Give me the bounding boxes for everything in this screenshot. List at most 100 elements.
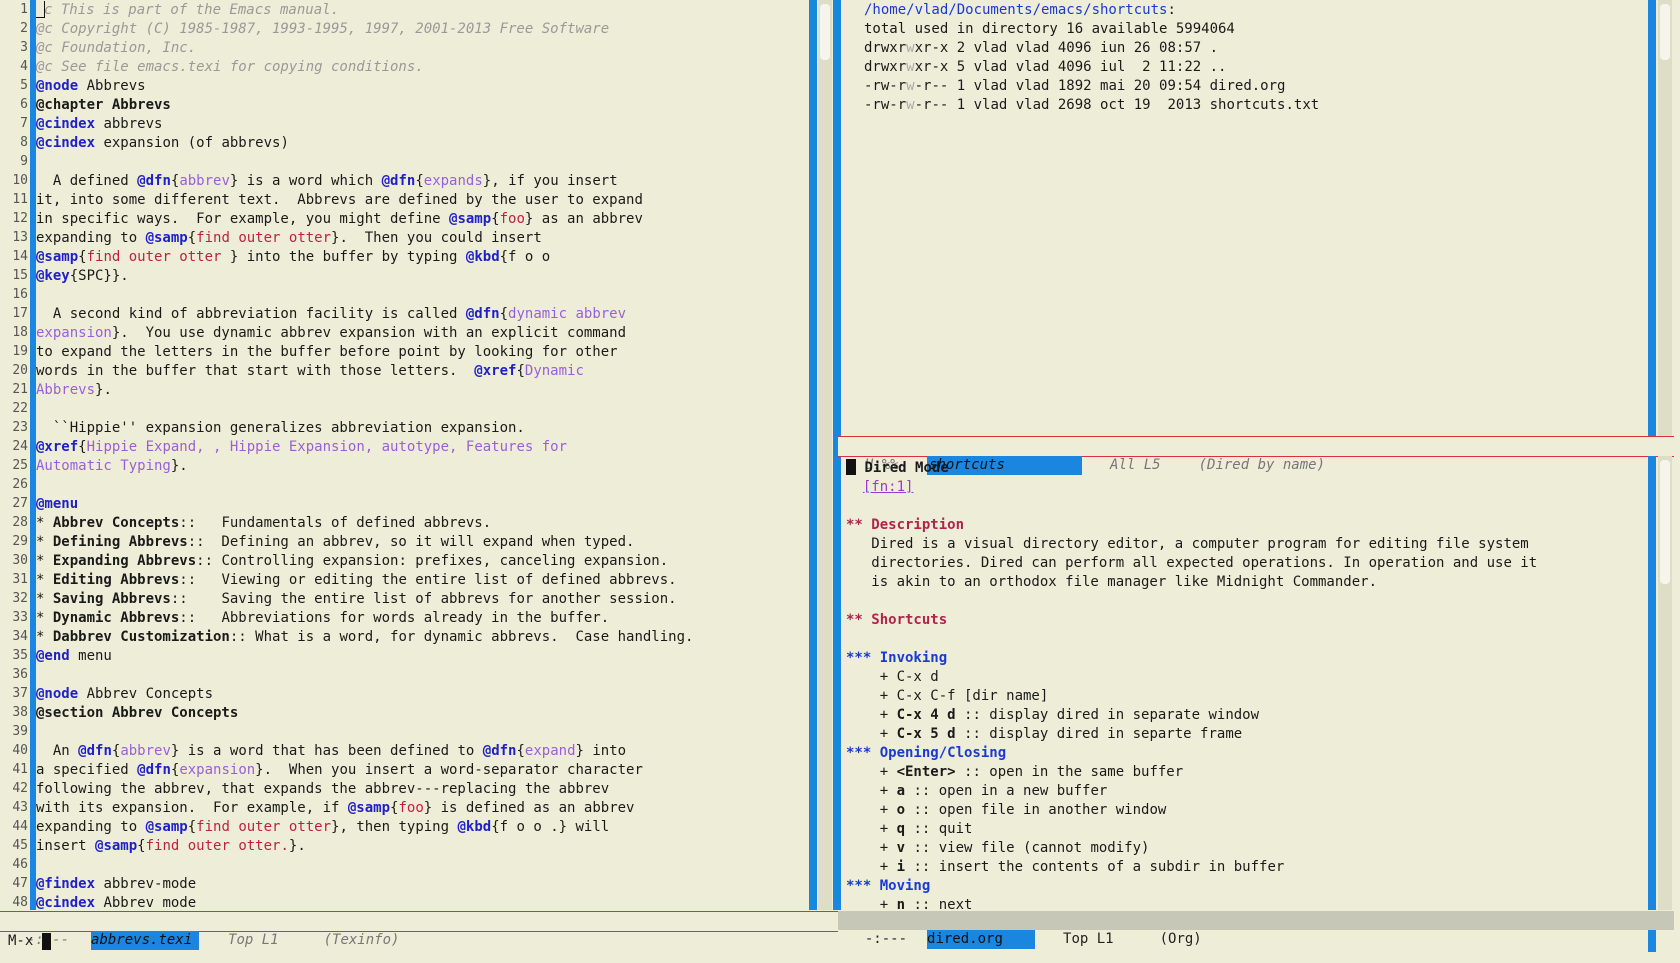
code-line: expansion}. You use dynamic abbrev expan… bbox=[36, 325, 627, 341]
line-number: 39 bbox=[12, 724, 28, 739]
org-scrollbar[interactable] bbox=[1658, 456, 1672, 910]
code-line: @samp{find outer otter } into the buffer… bbox=[36, 249, 551, 265]
dired-file-entry[interactable]: drwxrwxr-x 2 vlad vlad 4096 iun 26 08:57… bbox=[864, 39, 1634, 58]
line-number: 2 bbox=[20, 21, 28, 36]
line-number: 33 bbox=[12, 610, 28, 625]
org-mode-line[interactable]: -:--- dired.org Top L1 (Org) bbox=[838, 911, 1674, 949]
dired-scrollbar-thumb[interactable] bbox=[1660, 4, 1670, 60]
org-line: ** Description bbox=[846, 517, 965, 533]
minibuffer-right-fringe bbox=[1648, 930, 1656, 952]
org-right-fringe bbox=[1648, 456, 1656, 910]
line-number: 5 bbox=[20, 78, 28, 93]
code-line: it, into some different text. Abbrevs ar… bbox=[36, 192, 643, 208]
org-line: [fn:1] bbox=[862, 479, 914, 495]
code-line: expanding to @samp{find outer otter}. Th… bbox=[36, 230, 542, 246]
code-line: @cindex expansion (of abbrevs) bbox=[36, 135, 289, 151]
org-line: + a :: open in a new buffer bbox=[846, 783, 1108, 799]
line-number: 42 bbox=[12, 781, 28, 796]
dired-file-entry[interactable]: -rw-rw-r-- 1 vlad vlad 2698 oct 19 2013 … bbox=[864, 96, 1634, 115]
line-number: 29 bbox=[12, 534, 28, 549]
org-line: *** Invoking bbox=[846, 650, 948, 666]
line-number: 26 bbox=[12, 477, 28, 492]
org-line: + q :: quit bbox=[846, 821, 973, 837]
line-number: 27 bbox=[12, 496, 28, 511]
code-line: expanding to @samp{find outer otter}, th… bbox=[36, 819, 610, 835]
code-line: to expand the letters in the buffer befo… bbox=[36, 344, 618, 360]
line-number: 18 bbox=[12, 325, 28, 340]
org-line bbox=[846, 497, 1626, 516]
minibuffer-prompt: M-x bbox=[8, 933, 42, 949]
line-number: 1 bbox=[20, 2, 28, 17]
left-scrollbar[interactable] bbox=[818, 0, 832, 910]
dired-buffer[interactable]: /home/vlad/Documents/emacs/shortcuts: tot… bbox=[864, 1, 1634, 115]
line-number: 10 bbox=[12, 173, 28, 188]
window-divider-left[interactable] bbox=[809, 0, 817, 910]
org-line: is akin to an orthodox file manager like… bbox=[846, 574, 1378, 590]
line-number: 44 bbox=[12, 819, 28, 834]
code-line: @xref{Hippie Expand, , Hippie Expansion,… bbox=[36, 439, 568, 455]
org-line: + C-x d bbox=[846, 669, 939, 685]
dired-mode-line[interactable]: U:%%- shortcuts All L5 (Dired by name) bbox=[838, 436, 1674, 475]
code-line: @key{SPC}}. bbox=[36, 268, 129, 284]
minibuffer[interactable]: M-x bbox=[0, 932, 1680, 951]
line-number: 14 bbox=[12, 249, 28, 264]
dired-file-entry[interactable]: drwxrwxr-x 5 vlad vlad 4096 iul 2 11:22 … bbox=[864, 58, 1634, 77]
code-line: @findex abbrev-mode bbox=[36, 876, 197, 892]
line-number: 43 bbox=[12, 800, 28, 815]
line-number: 6 bbox=[20, 97, 28, 112]
line-number: 21 bbox=[12, 382, 28, 397]
code-line: * Dabbrev Customization:: What is a word… bbox=[36, 629, 694, 645]
org-line: Dired Mode bbox=[846, 459, 1626, 478]
org-line: + o :: open file in another window bbox=[846, 802, 1167, 818]
line-number: 31 bbox=[12, 572, 28, 587]
code-line: A second kind of abbreviation facility i… bbox=[36, 306, 627, 322]
org-line bbox=[846, 630, 1626, 649]
code-line: @menu bbox=[36, 496, 79, 512]
org-line: + i :: insert the contents of a subdir i… bbox=[846, 859, 1285, 875]
line-number: 19 bbox=[12, 344, 28, 359]
line-number: 11 bbox=[12, 192, 28, 207]
line-number: 15 bbox=[12, 268, 28, 283]
line-number: 28 bbox=[12, 515, 28, 530]
line-number: 38 bbox=[12, 705, 28, 720]
dired-scrollbar[interactable] bbox=[1658, 0, 1672, 436]
dired-total: total used in directory 16 available 599… bbox=[864, 21, 1235, 37]
code-line: * Saving Abbrevs:: Saving the entire lis… bbox=[36, 591, 677, 607]
line-number: 17 bbox=[12, 306, 28, 321]
code-line: Abbrevs}. bbox=[36, 382, 112, 398]
code-line: An @dfn{abbrev} is a word that has been … bbox=[36, 743, 627, 759]
line-numbers: 1 2 3 4 5 6 7 8 9 10 11 12 13 14 15 16 17 18 19 20 21 22 23 24 2… bbox=[0, 0, 28, 912]
code-line: A defined @dfn{abbrev} is a word which @… bbox=[36, 173, 618, 189]
org-buffer[interactable]: Dired Mode [fn:1] ** Description Dired is… bbox=[846, 459, 1626, 915]
code-line: @cindex abbrevs bbox=[36, 116, 163, 132]
org-scrollbar-thumb[interactable] bbox=[1660, 460, 1670, 584]
line-number: 23 bbox=[12, 420, 28, 435]
dired-file-entry[interactable]: -rw-rw-r-- 1 vlad vlad 1892 mai 20 09:54… bbox=[864, 77, 1634, 96]
code-line: Automatic Typing}. bbox=[36, 458, 188, 474]
line-number: 8 bbox=[20, 135, 28, 150]
line-number: 47 bbox=[12, 876, 28, 891]
org-line: + C-x 4 d :: display dired in separate w… bbox=[846, 707, 1260, 723]
code-line: a specified @dfn{expansion}. When you in… bbox=[36, 762, 643, 778]
line-number: 30 bbox=[12, 553, 28, 568]
code-line: * Dynamic Abbrevs:: Abbreviations for wo… bbox=[36, 610, 610, 626]
line-number: 3 bbox=[20, 40, 28, 55]
code-line: @section Abbrev Concepts bbox=[36, 705, 239, 721]
left-mode-line[interactable]: -:---abbrevs.texiTop L1(Texinfo) bbox=[0, 911, 838, 950]
code-line: @c Copyright (C) 1985-1987, 1993-1995, 1… bbox=[36, 21, 610, 37]
org-line: + C-x C-f [dir name] bbox=[846, 688, 1049, 704]
code-line: insert @samp{find outer otter.}. bbox=[36, 838, 306, 854]
dired-right-fringe bbox=[1648, 0, 1656, 436]
code-line: with its expansion. For example, if @sam… bbox=[36, 800, 635, 816]
code-line: * Defining Abbrevs:: Defining an abbrev,… bbox=[36, 534, 635, 550]
line-number: 16 bbox=[12, 287, 28, 302]
org-line: *** Moving bbox=[846, 878, 931, 894]
left-scrollbar-thumb[interactable] bbox=[820, 4, 830, 60]
code-line: c This is part of the Emacs manual. bbox=[36, 1, 806, 20]
line-number: 36 bbox=[12, 667, 28, 682]
texinfo-editor-buffer[interactable]: c This is part of the Emacs manual. @c Co… bbox=[36, 1, 806, 913]
code-line: ``Hippie'' expansion generalizes abbrevi… bbox=[36, 420, 525, 436]
line-number: 7 bbox=[20, 116, 28, 131]
